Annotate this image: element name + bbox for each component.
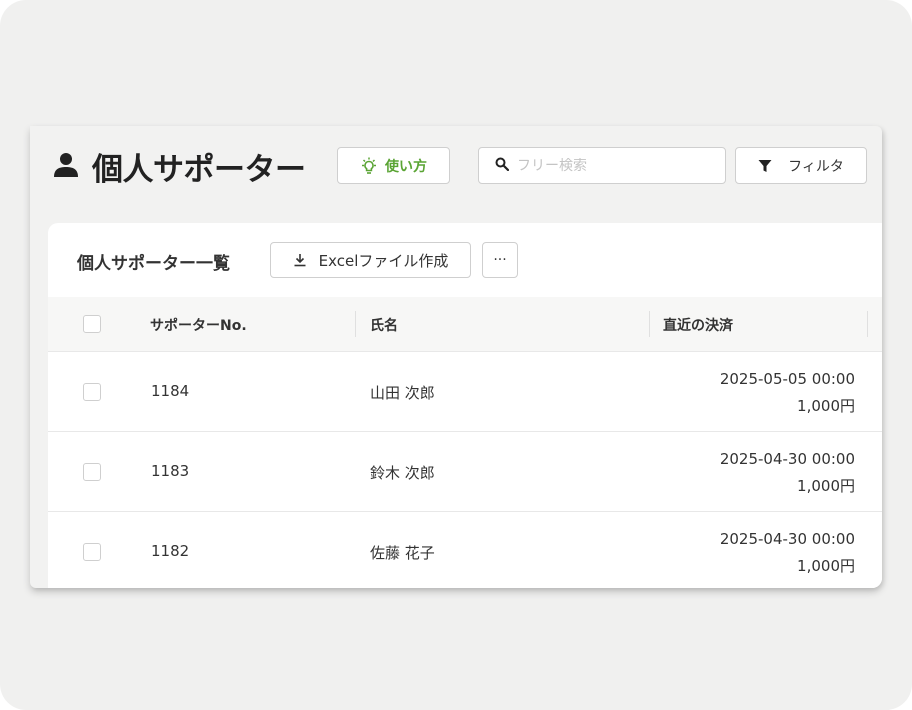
supporter-name: 鈴木 次郎 xyxy=(370,464,435,482)
lightbulb-icon xyxy=(360,157,378,175)
table-header: サポーターNo. 氏名 直近の決済 xyxy=(48,297,882,352)
search-icon xyxy=(495,156,510,175)
last-payment-amount: 1,000円 xyxy=(797,557,855,575)
last-payment-date: 2025-04-30 00:00 xyxy=(719,450,855,468)
column-divider[interactable] xyxy=(649,311,650,337)
search-input[interactable] xyxy=(517,157,717,174)
screenshot-frame: 個人サポーター 使い方 フリー検索 フィルタ 個人サポーター一覧 Excelファ… xyxy=(0,0,912,710)
howto-label: 使い方 xyxy=(385,158,427,175)
download-icon xyxy=(293,253,307,267)
person-icon xyxy=(54,152,78,178)
column-header-supporter-no[interactable]: サポーターNo. xyxy=(150,315,247,335)
excel-export-button[interactable]: Excelファイル作成 xyxy=(270,242,471,278)
howto-button[interactable]: 使い方 xyxy=(337,147,450,184)
column-divider[interactable] xyxy=(355,311,356,337)
supporter-no: 1184 xyxy=(151,382,190,400)
page-title: 個人サポーター xyxy=(92,152,306,188)
last-payment-date: 2025-04-30 00:00 xyxy=(719,530,855,548)
column-header-last-payment[interactable]: 直近の決済 xyxy=(663,315,733,335)
row-checkbox[interactable] xyxy=(83,383,101,401)
supporter-no: 1183 xyxy=(151,462,190,480)
last-payment-amount: 1,000円 xyxy=(797,397,855,415)
supporter-no: 1182 xyxy=(151,542,190,560)
row-checkbox[interactable] xyxy=(83,463,101,481)
supporter-name: 山田 次郎 xyxy=(370,384,435,402)
filter-label: フィルタ xyxy=(788,158,844,175)
list-header: 個人サポーター一覧 Excelファイル作成 ··· xyxy=(48,223,882,297)
supporter-name: 佐藤 花子 xyxy=(370,544,435,562)
last-payment-amount: 1,000円 xyxy=(797,477,855,495)
last-payment-date: 2025-05-05 00:00 xyxy=(719,370,855,388)
column-divider[interactable] xyxy=(867,311,868,337)
table-row[interactable]: 1183 鈴木 次郎 2025-04-30 00:00 1,000円 xyxy=(48,432,882,512)
filter-icon xyxy=(758,159,772,173)
row-checkbox[interactable] xyxy=(83,543,101,561)
app-panel: 個人サポーター 使い方 フリー検索 フィルタ 個人サポーター一覧 Excelファ… xyxy=(30,126,882,588)
table-row[interactable]: 1182 佐藤 花子 2025-04-30 00:00 1,000円 xyxy=(48,512,882,588)
filter-button[interactable]: フィルタ xyxy=(735,147,867,184)
more-options-label: ··· xyxy=(493,252,507,268)
select-all-checkbox[interactable] xyxy=(83,315,101,333)
table-row[interactable]: 1184 山田 次郎 2025-05-05 00:00 1,000円 xyxy=(48,352,882,432)
excel-export-label: Excelファイル作成 xyxy=(318,251,449,270)
column-header-name[interactable]: 氏名 xyxy=(370,315,398,335)
page-header: 個人サポーター 使い方 フリー検索 フィルタ xyxy=(30,126,882,206)
more-options-button[interactable]: ··· xyxy=(482,242,518,278)
supporter-list-card: 個人サポーター一覧 Excelファイル作成 ··· サポーターNo. 氏名 直近… xyxy=(48,223,882,588)
list-title: 個人サポーター一覧 xyxy=(77,254,230,274)
search-field[interactable] xyxy=(478,147,726,184)
